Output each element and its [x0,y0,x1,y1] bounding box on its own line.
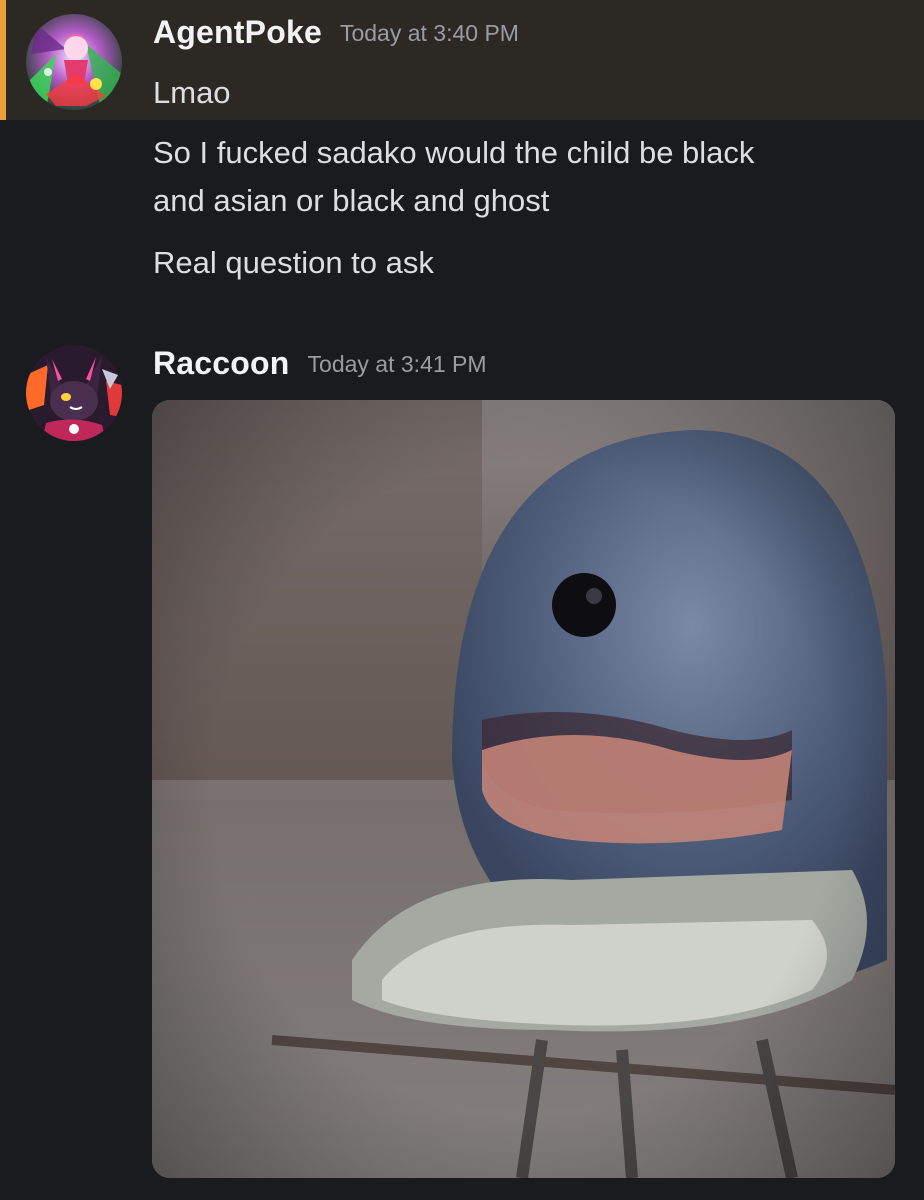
username[interactable]: Raccoon [153,345,290,381]
username[interactable]: AgentPoke [153,14,322,50]
chat-message-list: AgentPoke Today at 3:40 PM Lmao So I fuck… [0,0,924,1200]
mention-highlight-bar [0,0,6,120]
message-header: AgentPoke Today at 3:40 PM [153,14,519,51]
message-text: Lmao [153,75,231,110]
message-header: Raccoon Today at 3:41 PM [153,345,487,382]
message-text: Real question to ask [153,245,434,280]
blue-plush-on-tray-photo [152,400,895,1178]
avatar[interactable] [26,14,122,110]
image-attachment[interactable] [152,400,895,1178]
message-text: So I fucked sadako would the child be bl… [153,135,755,170]
cartoon-creature-avatar-icon [26,345,122,441]
anime-avatar-icon [26,14,122,110]
message-group-raccoon: Raccoon Today at 3:41 PM [0,335,924,1200]
message-text: and asian or black and ghost [153,183,550,218]
message-group-agentpoke: AgentPoke Today at 3:40 PM Lmao So I fuck… [0,0,924,320]
avatar[interactable] [26,345,122,441]
timestamp: Today at 3:40 PM [339,20,519,46]
timestamp: Today at 3:41 PM [307,351,487,377]
